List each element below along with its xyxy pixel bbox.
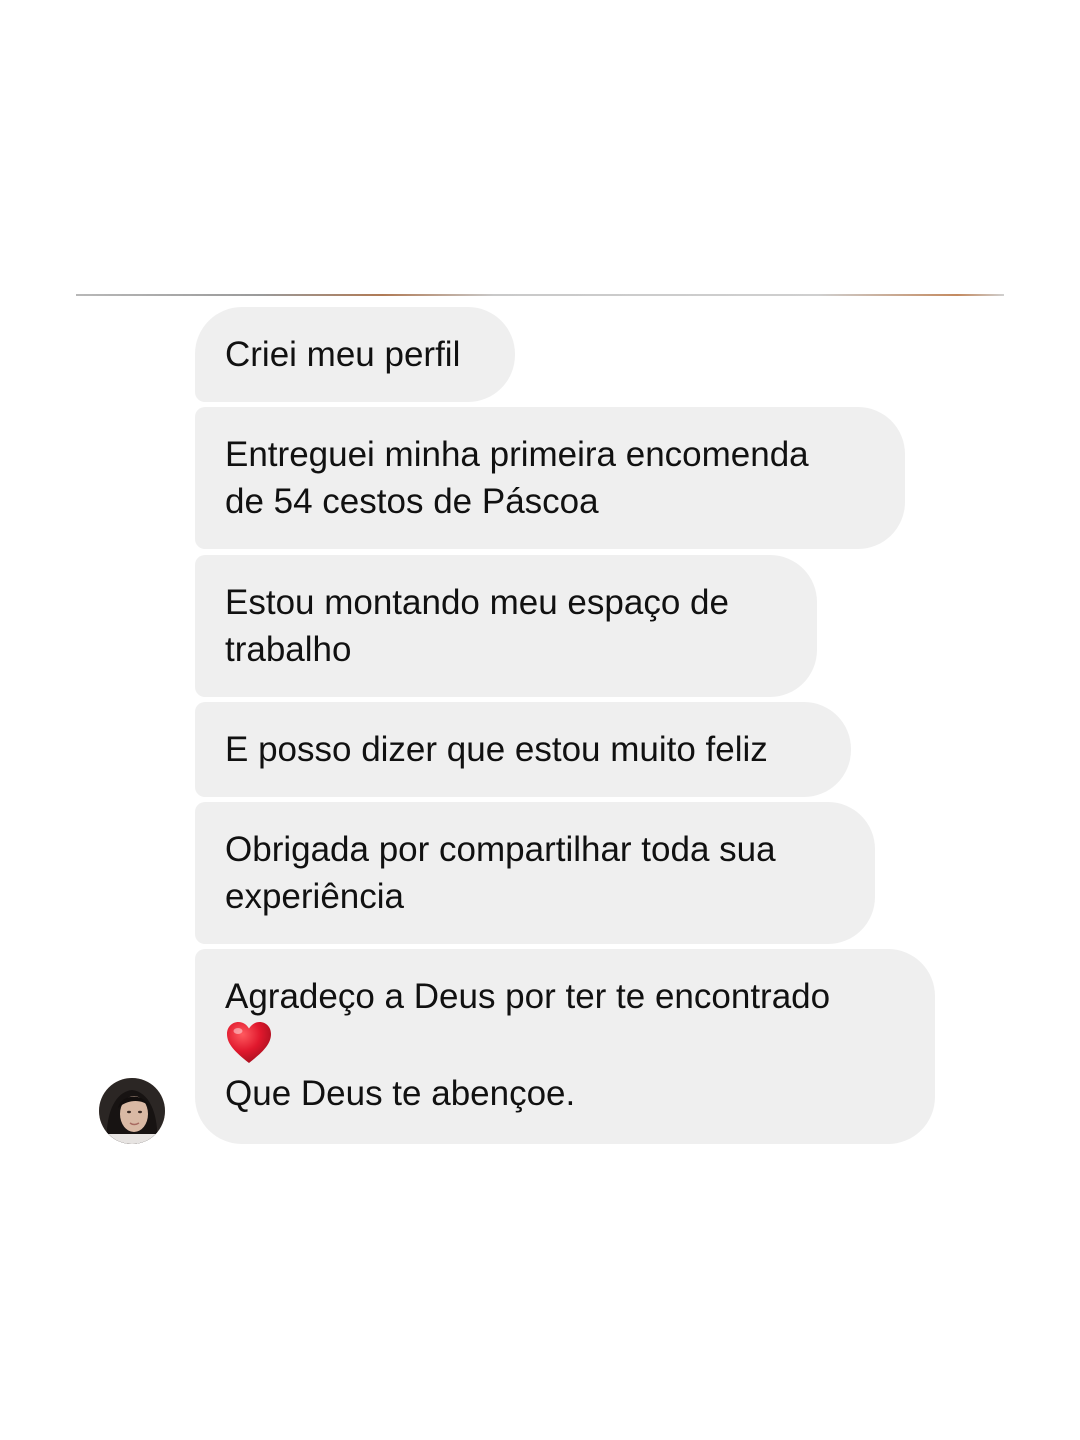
red-heart-icon — [225, 1020, 277, 1070]
message-bubble-1[interactable]: Criei meu perfil — [195, 307, 515, 402]
message-bubble-3[interactable]: Estou montando meu espaço de trabalho — [195, 555, 817, 697]
sender-avatar[interactable] — [99, 1078, 165, 1144]
message-text: Agradeço a Deus por ter te encontrado — [225, 977, 831, 1016]
message-thread: Criei meu perfil Entreguei minha primeir… — [0, 0, 1080, 1440]
message-text: de 54 cestos de Páscoa — [225, 482, 599, 521]
message-text: E posso dizer que estou muito feliz — [225, 730, 768, 769]
message-bubble-4[interactable]: E posso dizer que estou muito feliz — [195, 702, 851, 797]
message-text: experiência — [225, 877, 404, 916]
message-text: Criei meu perfil — [225, 335, 461, 374]
avatar-photo — [99, 1078, 165, 1144]
message-text: trabalho — [225, 630, 352, 669]
message-bubble-2[interactable]: Entreguei minha primeira encomenda de 54… — [195, 407, 905, 549]
message-bubble-5[interactable]: Obrigada por compartilhar toda sua exper… — [195, 802, 875, 944]
message-bubble-6[interactable]: Agradeço a Deus por ter te encontrado Qu… — [195, 949, 935, 1144]
message-text: Estou montando meu espaço de — [225, 583, 729, 622]
message-text: Obrigada por compartilhar toda sua — [225, 830, 776, 869]
message-text: Que Deus te abençoe. — [225, 1074, 576, 1113]
message-text: Entreguei minha primeira encomenda — [225, 435, 809, 474]
